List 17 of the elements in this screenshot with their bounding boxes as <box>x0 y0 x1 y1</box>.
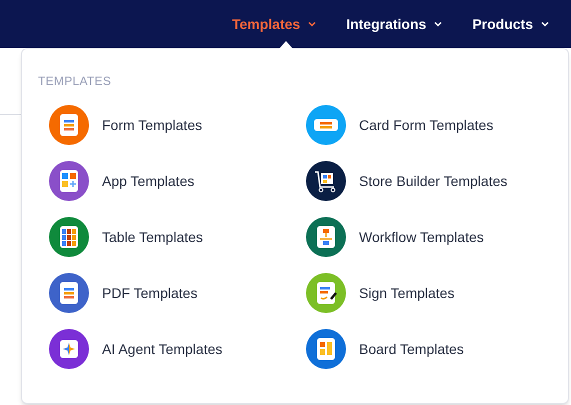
template-menu-item[interactable]: App Templates <box>38 161 295 201</box>
chevron-down-icon <box>541 21 549 27</box>
nav-menu-item[interactable]: Templates <box>232 14 316 34</box>
template-menu-item[interactable]: Workflow Templates <box>295 217 552 257</box>
nav-menu-item[interactable]: Products <box>472 14 549 34</box>
chevron-down-icon <box>308 21 316 27</box>
template-menu-item[interactable]: Board Templates <box>295 329 552 369</box>
template-menu-item[interactable]: PDF Templates <box>38 273 295 313</box>
template-menu-item[interactable]: Store Builder Templates <box>295 161 552 201</box>
template-menu-item[interactable]: Table Templates <box>38 217 295 257</box>
template-menu-item[interactable]: Card Form Templates <box>295 105 552 145</box>
section-heading: TEMPLATES <box>38 73 112 90</box>
chevron-down-icon <box>434 21 442 27</box>
template-menu-item[interactable]: AI Agent Templates <box>38 329 295 369</box>
template-menu-item[interactable]: Form Templates <box>38 105 295 145</box>
template-menu-item[interactable]: Sign Templates <box>295 273 552 313</box>
nav-menu-item[interactable]: Integrations <box>346 14 442 34</box>
